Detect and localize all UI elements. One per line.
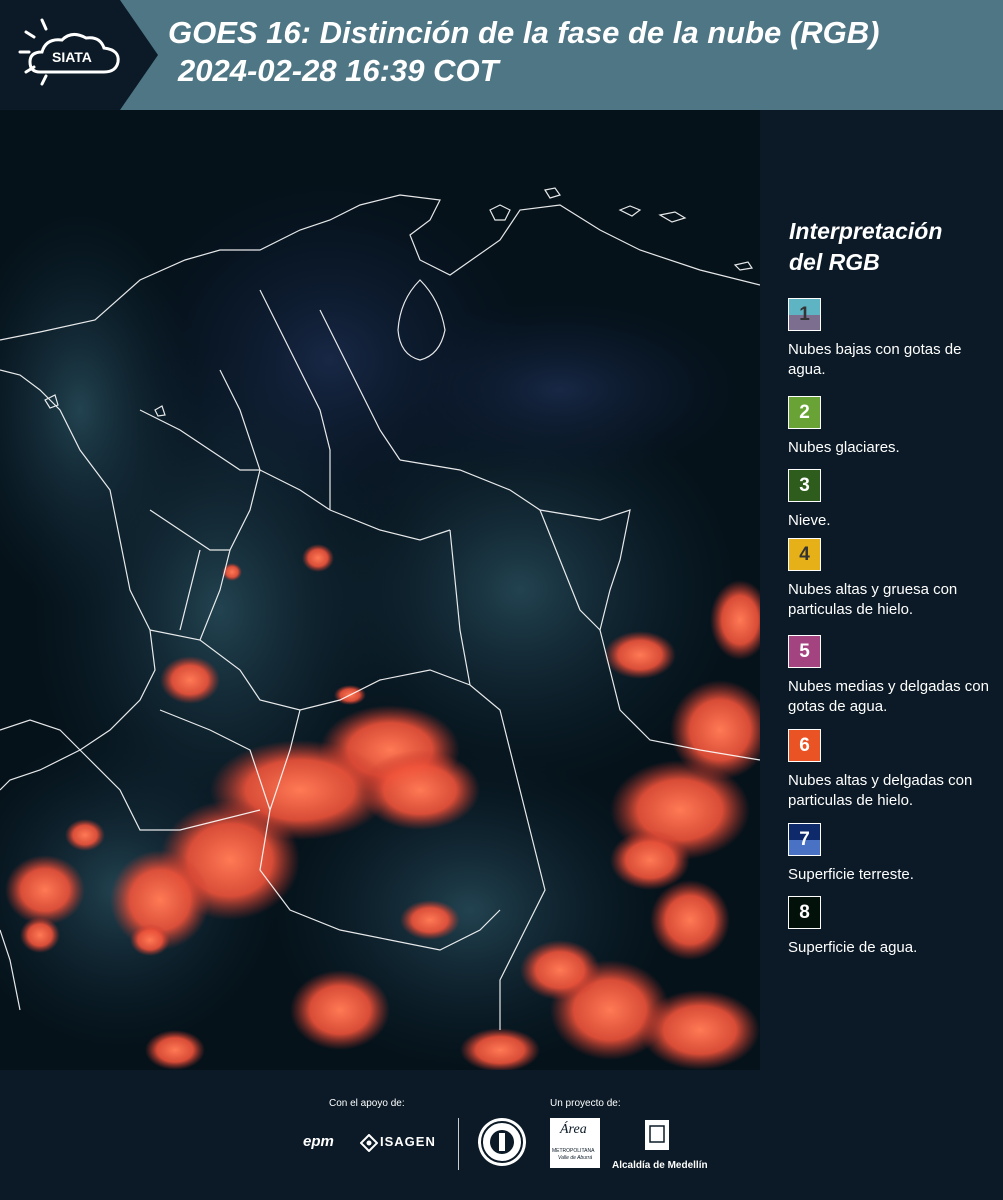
legend-desc: Nubes altas y delgadas con particulas de…	[788, 772, 973, 809]
legend-swatch-6: 6	[788, 729, 821, 762]
legend-swatch-2: 2	[788, 396, 821, 429]
legend-number: 7	[799, 829, 810, 850]
legend-number: 3	[799, 475, 810, 496]
isagen-mark-icon	[360, 1134, 378, 1152]
legend-number: 5	[799, 641, 810, 662]
siata-logo: SIATA	[0, 0, 158, 110]
alcaldia-shield-icon	[645, 1120, 669, 1150]
footer-sponsors: Con el apoyo de: Un proyecto de: epm ISA…	[0, 1070, 1003, 1200]
seal-emblem-icon	[481, 1121, 523, 1163]
satellite-map	[0, 110, 760, 1070]
legend-item-6: 6 Nubes altas y delgadas con particulas …	[788, 729, 998, 811]
legend-title-line-1: Interpretación	[789, 218, 943, 244]
legend-desc: Nubes altas y gruesa con particulas de h…	[788, 581, 958, 618]
legend-swatch-3: 3	[788, 469, 821, 502]
legend-item-1: 1 Nubes bajas con gotas de agua.	[788, 298, 998, 380]
isagen-logo: ISAGEN	[380, 1134, 436, 1149]
area-logo-text: Área	[560, 1122, 587, 1137]
alcaldia-logo-text: Alcaldía de Medellín	[612, 1160, 708, 1171]
area-metropolitana-logo: Área METROPOLITANA Valle de Aburrá	[550, 1118, 600, 1168]
legend-swatch-5: 5	[788, 635, 821, 668]
legend-swatch-1: 1	[788, 298, 821, 331]
legend-desc: Nubes bajas con gotas de agua.	[788, 341, 962, 378]
page-title: GOES 16: Distinción de la fase de la nub…	[168, 14, 879, 90]
legend-item-4: 4 Nubes altas y gruesa con particulas de…	[788, 538, 998, 620]
legend-swatch-4: 4	[788, 538, 821, 571]
legend-number: 1	[799, 304, 810, 325]
area-logo-sub: METROPOLITANA	[552, 1148, 595, 1154]
legend-title-line-2: del RGB	[789, 249, 880, 275]
header-bar: SIATA GOES 16: Distinción de la fase de …	[0, 0, 1003, 110]
legend-desc: Nubes medias y delgadas con gotas de agu…	[788, 678, 989, 715]
legend-desc: Superficie de agua.	[788, 939, 918, 956]
legend-swatch-8: 8	[788, 896, 821, 929]
legend-swatch-7: 7	[788, 823, 821, 856]
legend-panel: Interpretación del RGB 1 Nubes bajas con…	[760, 110, 1003, 1070]
title-line-2: 2024-02-28 16:39 COT	[178, 53, 499, 88]
legend-number: 2	[799, 402, 810, 423]
legend-item-2: 2 Nubes glaciares.	[788, 396, 998, 458]
legend-number: 6	[799, 735, 810, 756]
legend-desc: Nieve.	[788, 512, 831, 529]
legend-item-5: 5 Nubes medias y delgadas con gotas de a…	[788, 635, 998, 717]
legend-desc: Nubes glaciares.	[788, 439, 900, 456]
legend-item-7: 7 Superficie terreste.	[788, 823, 998, 885]
epm-logo: epm	[303, 1133, 334, 1150]
support-label: Con el apoyo de:	[329, 1098, 405, 1109]
project-label: Un proyecto de:	[550, 1098, 621, 1109]
footer-divider	[458, 1118, 459, 1170]
legend-number: 8	[799, 902, 810, 923]
rgb-satellite-image	[0, 110, 760, 1070]
legend-item-8: 8 Superficie de agua.	[788, 896, 998, 958]
area-logo-sub2: Valle de Aburrá	[558, 1155, 593, 1161]
legend-item-3: 3 Nieve.	[788, 469, 998, 531]
legend-title: Interpretación del RGB	[789, 216, 989, 278]
legend-number: 4	[799, 544, 810, 565]
metro-seal-logo	[478, 1118, 526, 1166]
title-line-1: GOES 16: Distinción de la fase de la nub…	[168, 15, 880, 50]
legend-desc: Superficie terreste.	[788, 866, 914, 883]
logo-text: SIATA	[52, 49, 92, 65]
